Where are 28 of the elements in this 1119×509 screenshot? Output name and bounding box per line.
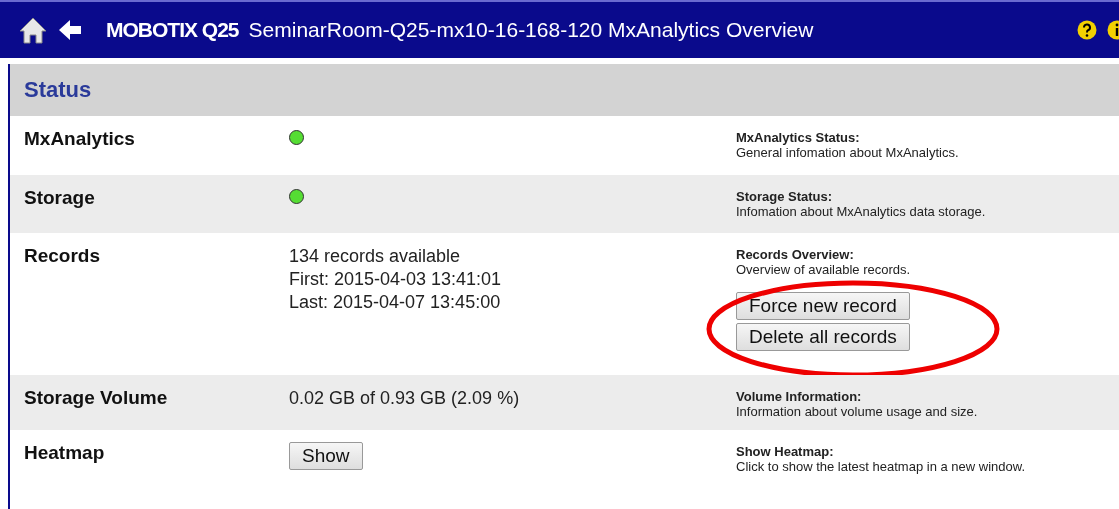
row-label: MxAnalytics [23, 128, 136, 150]
help-icon[interactable] [1077, 20, 1097, 40]
show-button[interactable]: Show [289, 442, 363, 470]
home-icon[interactable] [18, 16, 48, 44]
help-title: Show Heatmap: [736, 444, 835, 459]
help-title: MxAnalytics Status: [736, 130, 861, 145]
help-text: General infomation about MxAnalytics. [736, 145, 960, 161]
row-value: Last: 2015-04-07 13:45:00 [289, 291, 502, 314]
row-value: 134 records available [289, 245, 462, 268]
help-text: Overview of available records. [736, 262, 912, 278]
page-title: SeminarRoom-Q25-mx10-16-168-120 MxAnalytics Overview [248, 18, 815, 42]
force-record-button[interactable]: Force new record [736, 292, 910, 320]
brand-name: MOBOTIX Q25 [106, 18, 239, 42]
help-title: Storage Status: [736, 189, 834, 204]
row-label: Records [23, 245, 102, 267]
help-title: Volume Information: [736, 389, 863, 404]
help-title: Records Overview: [736, 247, 855, 262]
help-text: Infomation about MxAnalytics data storage. [736, 204, 987, 220]
row-label: Heatmap [23, 442, 106, 464]
delete-records-button[interactable]: Delete all records [736, 323, 910, 351]
section-title: Status [24, 77, 92, 103]
back-icon[interactable] [58, 19, 82, 41]
row-value: 0.02 GB of 0.93 GB (2.09 %) [289, 387, 521, 410]
row-label: Storage [23, 187, 96, 209]
help-text: Click to show the latest heatmap in a new window. [736, 459, 1027, 475]
row-label: Storage Volume [23, 387, 169, 409]
help-text: Information about volume usage and size. [736, 404, 979, 420]
row-value: First: 2015-04-03 13:41:01 [289, 268, 503, 291]
